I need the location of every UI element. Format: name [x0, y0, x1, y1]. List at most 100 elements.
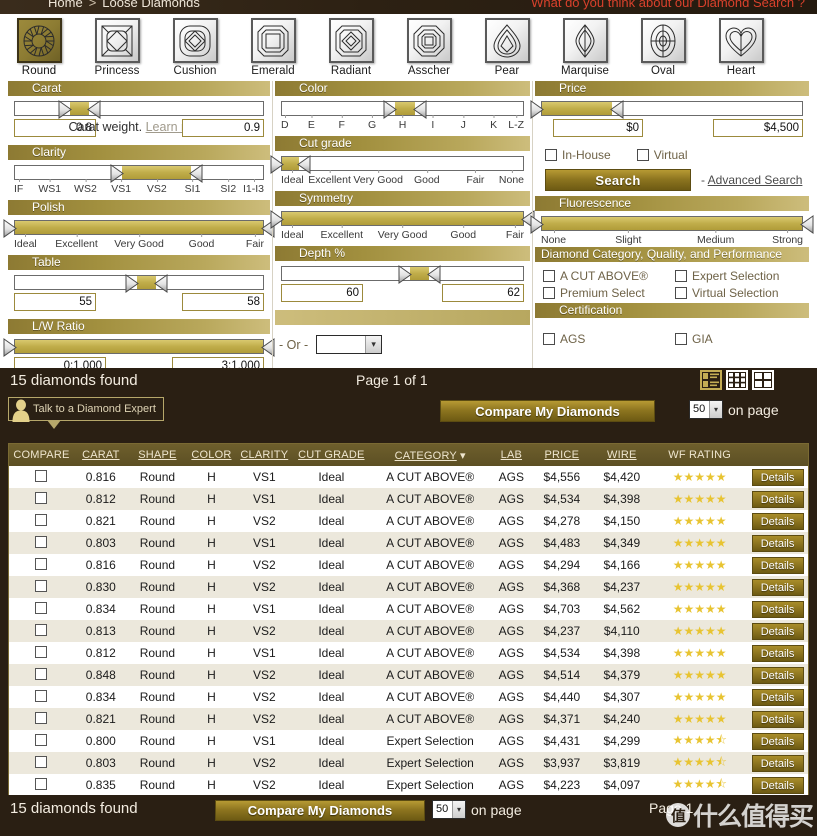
row-details-cell[interactable]: Details — [747, 466, 808, 488]
shape-option-asscher[interactable]: Asscher — [390, 18, 468, 77]
column-header-wire[interactable]: WIRE — [591, 444, 653, 466]
table-row[interactable]: 0.816 Round H VS2 Ideal A CUT ABOVE® AGS $4,294… — [9, 554, 808, 576]
carat-track[interactable] — [14, 100, 264, 119]
carat-max-handle[interactable] — [87, 100, 101, 119]
category-option-premium-select[interactable]: Premium Select — [543, 286, 675, 300]
table-min-handle[interactable] — [125, 274, 139, 293]
row-compare-cell[interactable] — [9, 466, 74, 488]
shape-option-oval[interactable]: Oval — [624, 18, 702, 77]
row-compare-cell[interactable] — [9, 576, 74, 598]
table-row[interactable]: 0.834 Round H VS2 Ideal A CUT ABOVE® AGS $4,440… — [9, 686, 808, 708]
shape-option-radiant[interactable]: Radiant — [312, 18, 390, 77]
shape-option-emerald[interactable]: Emerald — [234, 18, 312, 77]
cut-grade-track[interactable] — [270, 155, 524, 174]
depth-track[interactable] — [281, 265, 524, 284]
shape-option-marquise[interactable]: Marquise — [546, 18, 624, 77]
details-button[interactable]: Details — [751, 644, 804, 662]
table-slider[interactable] — [8, 270, 270, 293]
certification-option-ags[interactable]: AGS — [543, 332, 675, 346]
checkbox-icon[interactable] — [543, 333, 555, 345]
table-row[interactable]: 0.800 Round H VS1 Ideal Expert Selection AGS $4… — [9, 730, 808, 752]
row-compare-cell[interactable] — [9, 598, 74, 620]
certification-option-gia[interactable]: GIA — [675, 332, 803, 346]
row-details-cell[interactable]: Details — [747, 774, 808, 796]
price-track[interactable] — [530, 100, 803, 119]
table-row[interactable]: 0.812 Round H VS1 Ideal A CUT ABOVE® AGS $4,534… — [9, 642, 808, 664]
row-checkbox[interactable] — [35, 711, 48, 724]
clarity-track[interactable] — [14, 164, 264, 183]
virtual-checkbox[interactable]: Virtual — [636, 148, 688, 162]
symmetry-track[interactable] — [270, 210, 535, 229]
table-row[interactable]: 0.848 Round H VS2 Ideal A CUT ABOVE® AGS $4,514… — [9, 664, 808, 686]
column-header-color[interactable]: COLOR — [187, 444, 236, 466]
row-details-cell[interactable]: Details — [747, 576, 808, 598]
fluorescence-slider[interactable] — [530, 211, 814, 234]
symmetry-slider[interactable] — [270, 206, 535, 229]
table-max-handle[interactable] — [154, 274, 168, 293]
row-details-cell[interactable]: Details — [747, 686, 808, 708]
promo-question[interactable]: What do you think about our Diamond Sear… — [531, 0, 805, 10]
row-details-cell[interactable]: Details — [747, 664, 808, 686]
row-compare-cell[interactable] — [9, 664, 74, 686]
row-compare-cell[interactable] — [9, 752, 74, 774]
checkbox-icon[interactable] — [543, 270, 555, 282]
row-checkbox[interactable] — [35, 601, 48, 614]
category-option-virtual-selection[interactable]: Virtual Selection — [675, 286, 803, 300]
row-checkbox[interactable] — [35, 755, 48, 768]
table-row[interactable]: 0.816 Round H VS1 Ideal A CUT ABOVE® AGS $4,556… — [9, 466, 808, 488]
list-view-icon[interactable] — [700, 370, 722, 390]
row-details-cell[interactable]: Details — [747, 730, 808, 752]
compare-my-diamonds-button-bottom[interactable]: Compare My Diamonds — [215, 800, 425, 821]
table-row[interactable]: 0.821 Round H VS2 Ideal A CUT ABOVE® AGS $4,371… — [9, 708, 808, 730]
advanced-search-link[interactable]: - Advanced Search — [701, 173, 802, 187]
column-header-cut-grade[interactable]: CUT GRADE — [292, 444, 370, 466]
details-button[interactable]: Details — [751, 490, 804, 508]
breadcrumb-home[interactable]: Home — [48, 0, 83, 10]
color-track[interactable] — [281, 100, 524, 119]
shape-option-heart[interactable]: Heart — [702, 18, 780, 77]
row-checkbox[interactable] — [35, 513, 48, 526]
checkbox-icon[interactable] — [675, 287, 687, 299]
row-checkbox[interactable] — [35, 469, 48, 482]
row-details-cell[interactable]: Details — [747, 510, 808, 532]
row-compare-cell[interactable] — [9, 488, 74, 510]
row-checkbox[interactable] — [35, 733, 48, 746]
carat-min-handle[interactable] — [58, 100, 72, 119]
color-slider[interactable] — [275, 96, 530, 119]
table-min-input[interactable] — [14, 293, 96, 311]
row-details-cell[interactable]: Details — [747, 642, 808, 664]
talk-to-expert-bubble[interactable]: Talk to a Diamond Expert — [8, 397, 164, 429]
checkbox-icon[interactable] — [636, 149, 649, 161]
search-button[interactable]: Search — [545, 169, 691, 191]
details-button[interactable]: Details — [751, 512, 804, 530]
shape-option-princess[interactable]: Princess — [78, 18, 156, 77]
depth-max-handle[interactable] — [427, 265, 441, 284]
fluorescence-track[interactable] — [530, 215, 814, 234]
cut-grade-slider[interactable] — [270, 151, 530, 174]
details-button[interactable]: Details — [751, 556, 804, 574]
row-compare-cell[interactable] — [9, 686, 74, 708]
row-compare-cell[interactable] — [9, 554, 74, 576]
row-details-cell[interactable]: Details — [747, 598, 808, 620]
row-checkbox[interactable] — [35, 557, 48, 570]
depth-max-input[interactable] — [442, 284, 524, 302]
price-slider[interactable] — [530, 96, 809, 119]
row-checkbox[interactable] — [35, 645, 48, 658]
column-header-shape[interactable]: SHAPE — [127, 444, 188, 466]
table-row[interactable]: 0.821 Round H VS2 Ideal A CUT ABOVE® AGS $4,278… — [9, 510, 808, 532]
row-checkbox[interactable] — [35, 623, 48, 636]
row-checkbox[interactable] — [35, 579, 48, 592]
price-min-input[interactable] — [553, 119, 643, 137]
checkbox-icon[interactable] — [543, 287, 555, 299]
column-header-category[interactable]: CATEGORY ▾ — [369, 444, 491, 466]
lw-ratio-slider[interactable] — [3, 334, 275, 357]
table-row[interactable]: 0.803 Round H VS2 Ideal Expert Selection AGS $3… — [9, 752, 808, 774]
lw-ratio-min-handle[interactable] — [3, 338, 17, 357]
in-house-checkbox[interactable]: In-House — [545, 148, 611, 162]
details-button[interactable]: Details — [751, 468, 804, 486]
column-header-price[interactable]: PRICE — [532, 444, 592, 466]
polish-track[interactable] — [3, 219, 275, 238]
shape-option-round[interactable]: Round — [0, 18, 78, 77]
row-compare-cell[interactable] — [9, 510, 74, 532]
column-header-clarity[interactable]: CLARITY — [235, 444, 293, 466]
